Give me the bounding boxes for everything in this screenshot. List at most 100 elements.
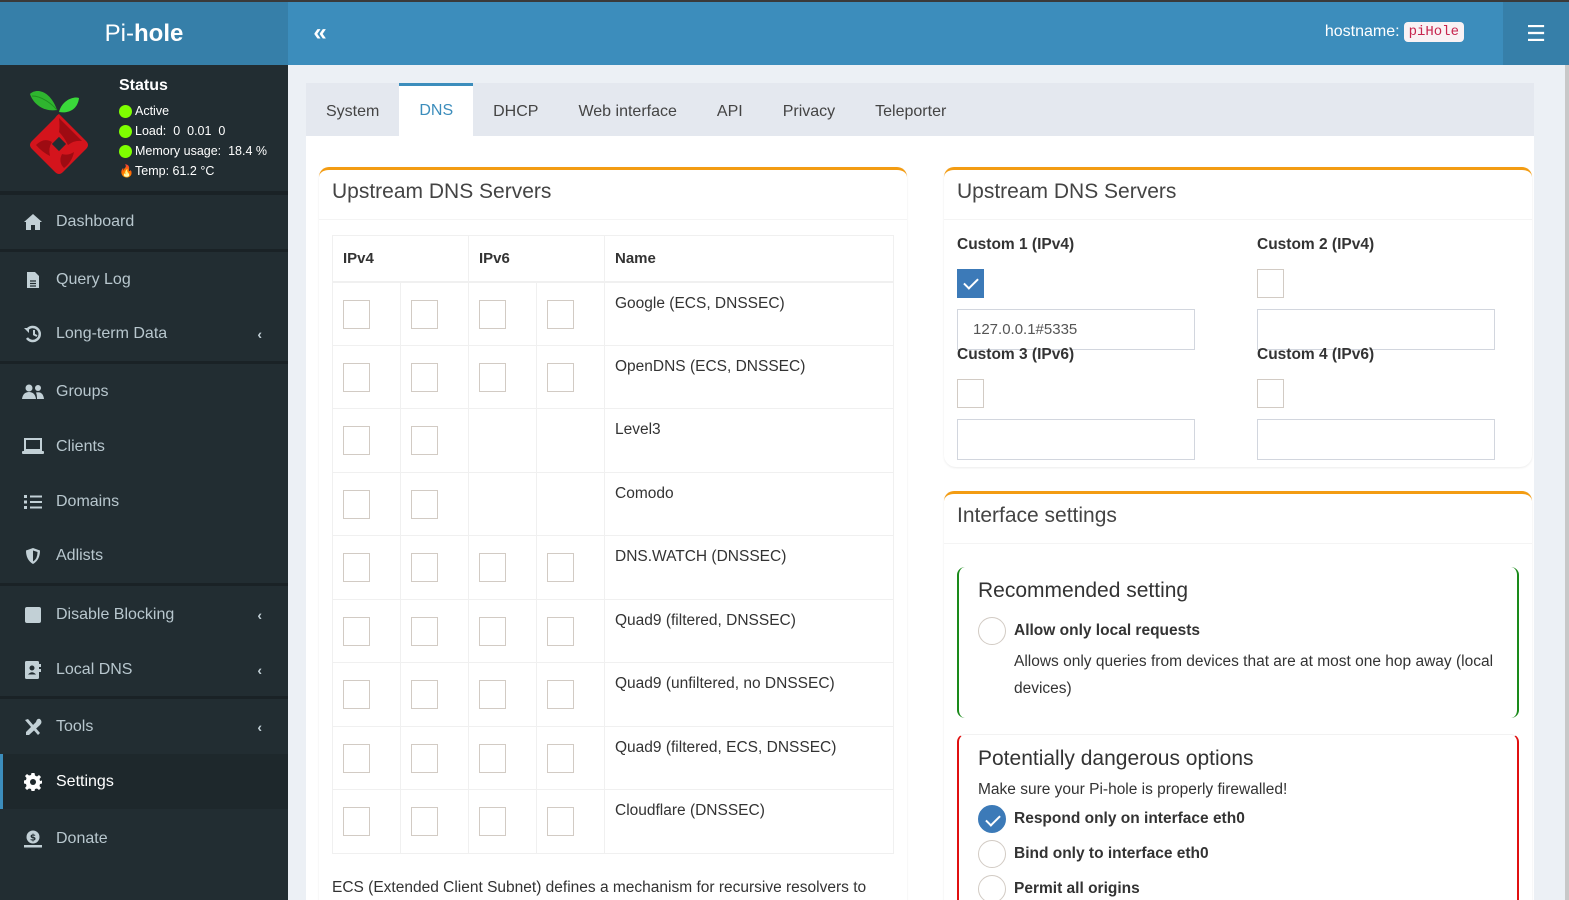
sidebar-item-disable-blocking[interactable]: Disable Blocking ‹ [0,586,288,643]
status-panel: Status Active Load: 0 0.01 0 Memory usag… [0,65,288,195]
ipv4-primary-checkbox[interactable] [343,807,370,836]
top-navbar: Pi-hole « hostname: piHole ☰ [0,0,1569,65]
app-logo[interactable]: Pi-hole [0,2,288,65]
checkbox-cell [400,789,469,854]
ipv4-secondary-checkbox[interactable] [411,680,438,709]
sidebar-item-dashboard[interactable]: Dashboard [0,195,288,252]
ipv6-primary-checkbox[interactable] [479,299,506,329]
status-dot-icon [119,124,132,138]
ipv6-primary-checkbox[interactable] [479,807,506,836]
status-temp-text: Temp: 61.2 °C [135,164,215,178]
custom-2-input[interactable] [1257,309,1495,350]
ipv6-primary-checkbox[interactable] [479,680,506,709]
ipv4-primary-checkbox[interactable] [343,362,370,392]
tab-teleporter[interactable]: Teleporter [855,83,966,136]
custom-4-input[interactable] [1257,419,1495,460]
ipv4-primary-checkbox[interactable] [343,426,370,455]
chevron-left-icon: ‹ [257,606,262,623]
custom-2-checkbox[interactable] [1257,269,1284,298]
sidebar-toggle-button[interactable]: « [305,16,335,50]
radio-allow-local[interactable]: Allow only local requests [978,613,1498,648]
ipv6-secondary-checkbox[interactable] [547,362,574,392]
chevron-left-icon: ‹ [257,718,262,735]
sidebar-item-label: Local DNS [56,660,133,678]
checkbox-cell [332,535,401,600]
ipv4-secondary-checkbox[interactable] [411,807,438,836]
sidebar-item-groups[interactable]: Groups [0,364,288,419]
tab-privacy[interactable]: Privacy [763,83,855,136]
ipv6-secondary-checkbox[interactable] [547,299,574,329]
ipv4-primary-checkbox[interactable] [343,743,370,773]
ipv4-primary-checkbox[interactable] [343,299,370,329]
sidebar-item-query-log[interactable]: Query Log [0,252,288,307]
page-scrollbar[interactable] [1565,65,1569,900]
ipv4-primary-checkbox[interactable] [343,489,370,519]
custom-1-input[interactable] [957,309,1195,350]
chevron-left-icon: ‹ [257,326,262,342]
checkbox-cell [332,344,401,409]
checkbox-cell [468,725,537,790]
hostname-display: hostname: piHole [1325,22,1464,42]
ipv6-primary-checkbox[interactable] [479,553,506,582]
ipv4-secondary-checkbox[interactable] [411,616,438,646]
main-content: System DNS DHCP Web interface API Privac… [288,65,1569,900]
ipv6-secondary-checkbox[interactable] [547,616,574,646]
ipv6-secondary-checkbox[interactable] [547,553,574,582]
ipv6-primary-checkbox[interactable] [479,362,506,392]
radio-button[interactable] [978,804,1006,833]
custom-3-field: Custom 3 (IPv6) [957,346,1195,460]
radio-bind-eth0[interactable]: Bind only to interface eth0 [978,836,1498,871]
custom-3-input[interactable] [957,419,1195,460]
sidebar-item-long-term-data[interactable]: Long-term Data ‹ [0,307,288,364]
radio-label: Bind only to interface eth0 [1014,844,1209,862]
ipv4-secondary-checkbox[interactable] [411,553,438,582]
custom-4-checkbox[interactable] [1257,379,1284,408]
sidebar-item-tools[interactable]: Tools ‹ [0,699,288,754]
sidebar-item-domains[interactable]: Domains [0,474,288,529]
sidebar-item-label: Groups [56,382,109,400]
ipv6-primary-checkbox[interactable] [479,616,506,646]
tab-dhcp[interactable]: DHCP [473,83,558,136]
ipv6-secondary-checkbox[interactable] [547,743,574,773]
radio-button[interactable] [978,839,1006,868]
ipv6-primary-checkbox[interactable] [479,743,506,773]
ipv6-secondary-checkbox[interactable] [547,680,574,709]
ipv4-secondary-checkbox[interactable] [411,426,438,455]
ipv4-secondary-checkbox[interactable] [411,743,438,773]
ipv4-secondary-checkbox[interactable] [411,489,438,519]
custom-3-checkbox[interactable] [957,379,984,408]
radio-button[interactable] [978,874,1006,900]
ipv6-secondary-checkbox[interactable] [547,807,574,836]
home-icon [22,213,44,231]
ipv4-secondary-checkbox[interactable] [411,299,438,329]
tab-system[interactable]: System [306,83,399,136]
radio-permit-all[interactable]: Permit all origins [978,871,1498,900]
sidebar-item-adlists[interactable]: Adlists [0,529,288,586]
sidebar-item-local-dns[interactable]: Local DNS ‹ [0,643,288,699]
radio-respond-eth0[interactable]: Respond only on interface eth0 [978,801,1498,836]
sidebar-item-donate[interactable]: $ Donate [0,809,288,868]
checkbox-cell [332,408,401,473]
custom-1-checkbox[interactable] [957,269,984,298]
ipv4-primary-checkbox[interactable] [343,553,370,582]
radio-button[interactable] [978,616,1006,645]
ipv4-secondary-checkbox[interactable] [411,362,438,392]
sidebar-item-clients[interactable]: Clients [0,419,288,474]
custom-1-field: Custom 1 (IPv4) [957,236,1195,350]
sidebar-item-label: Adlists [56,547,104,564]
ipv4-primary-checkbox[interactable] [343,680,370,709]
tools-icon [22,718,44,736]
menu-button[interactable]: ☰ [1503,2,1569,65]
server-name: DNS.WATCH (DNSSEC) [604,535,894,600]
checkbox-cell [536,281,605,346]
status-memory: Memory usage: 18.4 % [119,141,267,161]
tab-web-interface[interactable]: Web interface [558,83,696,136]
sidebar-item-settings[interactable]: Settings [0,754,288,809]
sidebar-item-label: Long-term Data [56,325,168,342]
fire-icon: 🔥 [119,164,134,178]
checkbox-cell [400,662,469,727]
tab-api[interactable]: API [697,83,763,136]
custom-2-label: Custom 2 (IPv4) [1257,236,1375,253]
ipv4-primary-checkbox[interactable] [343,616,370,646]
tab-dns[interactable]: DNS [399,83,474,136]
